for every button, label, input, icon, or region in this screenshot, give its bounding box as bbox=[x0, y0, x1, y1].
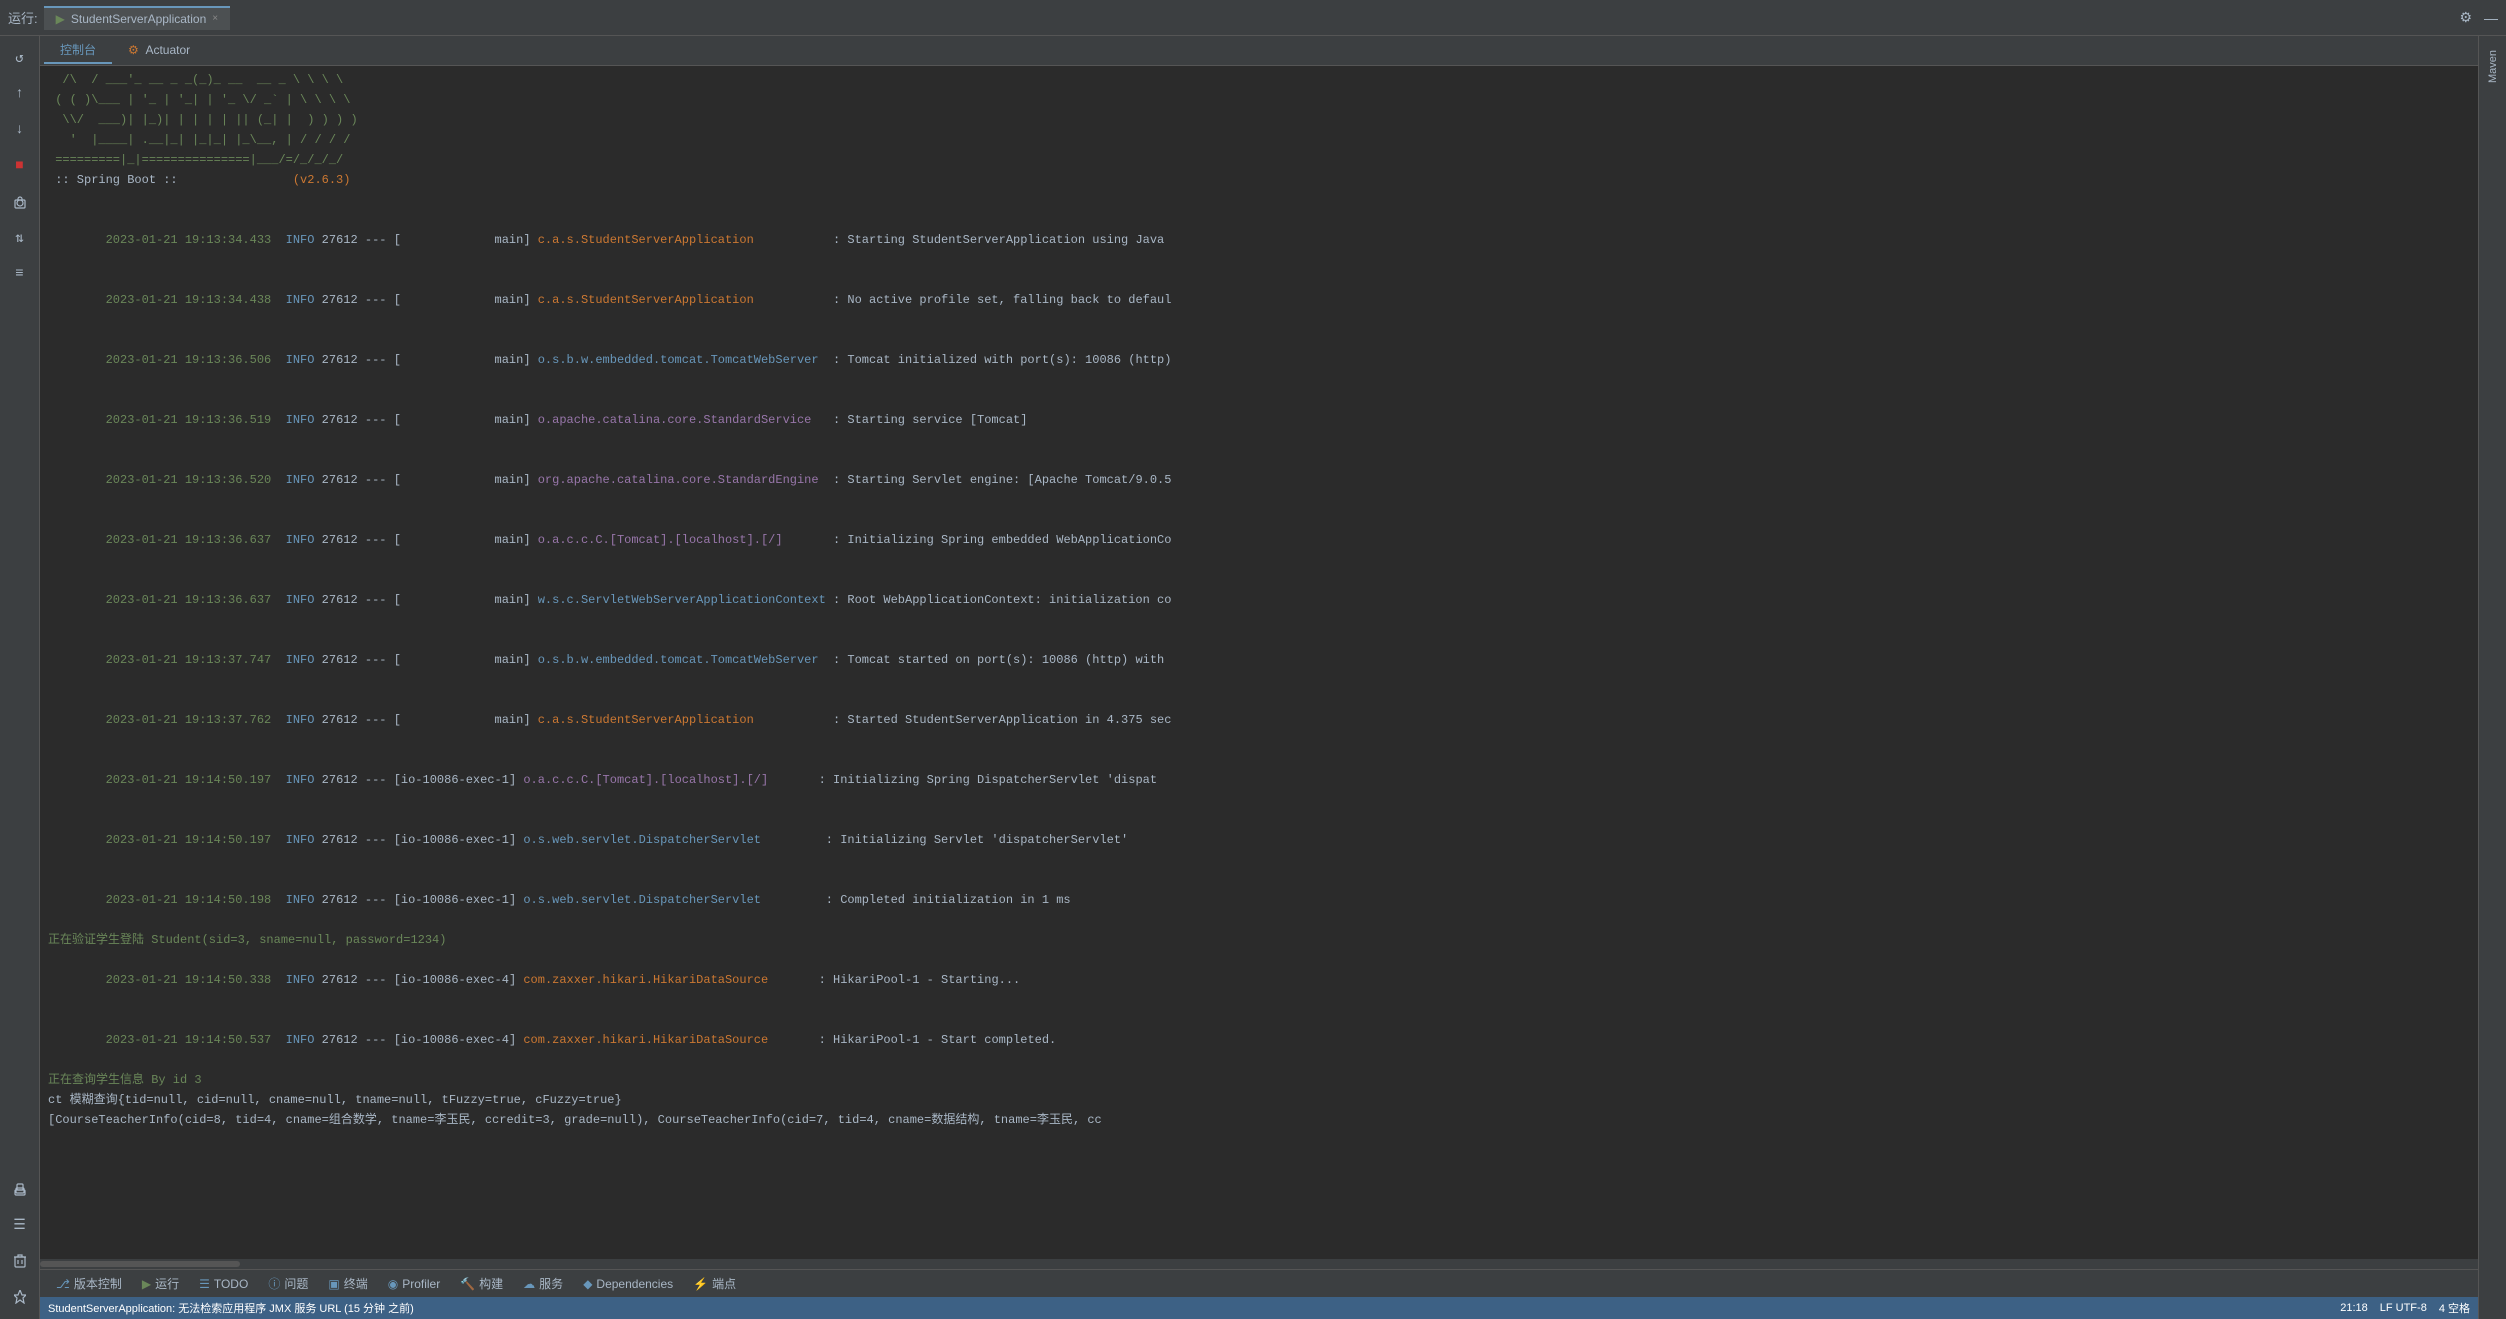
menu-button[interactable]: ☰ bbox=[4, 1209, 36, 1241]
tab-actuator[interactable]: ⚙ Actuator bbox=[112, 39, 206, 63]
top-bar-right: ⚙ — bbox=[2459, 9, 2498, 26]
log-line-12: 2023-01-21 19:14:50.198 INFO 27612 --- [… bbox=[48, 870, 2470, 930]
log-line-6: 2023-01-21 19:13:36.637 INFO 27612 --- [… bbox=[48, 510, 2470, 570]
build-icon: 🔨 bbox=[460, 1277, 475, 1291]
content-area: 控制台 ⚙ Actuator /\ / ___'_ __ _ _(_)_ __ … bbox=[40, 36, 2478, 1319]
log-line-10: 2023-01-21 19:14:50.197 INFO 27612 --- [… bbox=[48, 750, 2470, 810]
maven-label[interactable]: Maven bbox=[2487, 50, 2499, 83]
log-line-1: 2023-01-21 19:13:34.433 INFO 27612 --- [… bbox=[48, 210, 2470, 270]
plain-line-2: [CourseTeacherInfo(cid=8, tid=4, cname=组… bbox=[48, 1110, 2470, 1130]
problems-label: 问题 bbox=[284, 1275, 308, 1292]
todo-label: TODO bbox=[214, 1277, 248, 1291]
scroll-up-button[interactable]: ↑ bbox=[4, 78, 36, 110]
status-time: 21:18 bbox=[2340, 1302, 2368, 1314]
build-label: 构建 bbox=[479, 1275, 503, 1292]
dependencies-icon: ◆ bbox=[583, 1277, 592, 1291]
tab-label: StudentServerApplication bbox=[71, 12, 206, 26]
log-line-2: 2023-01-21 19:13:34.438 INFO 27612 --- [… bbox=[48, 270, 2470, 330]
ascii-line-3: \\/ ___)| |_)| | | | | || (_| | ) ) ) ) bbox=[48, 110, 2470, 130]
endpoints-button[interactable]: ⚡ 端点 bbox=[685, 1273, 744, 1294]
status-bar: StudentServerApplication: 无法检索应用程序 JMX 服… bbox=[40, 1297, 2478, 1319]
tab-console[interactable]: 控制台 bbox=[44, 37, 112, 64]
log-line-9: 2023-01-21 19:13:37.762 INFO 27612 --- [… bbox=[48, 690, 2470, 750]
problems-icon: ⓘ bbox=[268, 1275, 280, 1292]
top-bar: 运行: ▶ StudentServerApplication × ⚙ — bbox=[0, 0, 2506, 36]
filter-button[interactable]: ≡ bbox=[4, 258, 36, 290]
terminal-icon: ▣ bbox=[328, 1277, 339, 1291]
todo-button[interactable]: ☰ TODO bbox=[191, 1275, 256, 1293]
build-button[interactable]: 🔨 构建 bbox=[452, 1273, 511, 1294]
version-control-icon: ⎇ bbox=[56, 1277, 70, 1291]
minimize-icon[interactable]: — bbox=[2484, 10, 2498, 26]
terminal-button[interactable]: ▣ 终端 bbox=[320, 1273, 375, 1294]
log-line-4: 2023-01-21 19:13:36.519 INFO 27612 --- [… bbox=[48, 390, 2470, 450]
run-button[interactable]: ▶ 运行 bbox=[134, 1273, 187, 1294]
blank-line bbox=[48, 190, 2470, 210]
right-sidebar: Maven bbox=[2478, 36, 2506, 1319]
camera-button[interactable] bbox=[4, 186, 36, 218]
dependencies-label: Dependencies bbox=[596, 1277, 673, 1291]
left-sidebar: ↺ ↑ ↓ ■ ⇅ ≡ ☰ bbox=[0, 36, 40, 1319]
chinese-line-1: 正在验证学生登陆 Student(sid=3, sname=null, pass… bbox=[48, 930, 2470, 950]
actuator-icon: ⚙ bbox=[128, 43, 139, 57]
top-bar-left: 运行: ▶ StudentServerApplication × bbox=[8, 6, 230, 30]
ascii-line-4: ' |____| .__|_| |_|_| |_\__, | / / / / bbox=[48, 130, 2470, 150]
ascii-line-2: ( ( )\___ | '_ | '_| | '_ \/ _` | \ \ \ … bbox=[48, 90, 2470, 110]
run-label: 运行: bbox=[8, 8, 38, 27]
profiler-label: Profiler bbox=[402, 1277, 440, 1291]
tab-icon: ▶ bbox=[56, 12, 65, 26]
run-tabs: 控制台 ⚙ Actuator bbox=[40, 36, 2478, 66]
run-label: 运行 bbox=[155, 1275, 179, 1292]
restart-button[interactable]: ↺ bbox=[4, 42, 36, 74]
settings-icon[interactable]: ⚙ bbox=[2459, 9, 2472, 26]
trash-button[interactable] bbox=[4, 1245, 36, 1277]
tab-close-icon[interactable]: × bbox=[212, 13, 218, 24]
log-line-3: 2023-01-21 19:13:36.506 INFO 27612 --- [… bbox=[48, 330, 2470, 390]
bottom-toolbar: ⎇ 版本控制 ▶ 运行 ☰ TODO ⓘ 问题 ▣ 终端 ◉ Profiler bbox=[40, 1269, 2478, 1297]
services-label: 服务 bbox=[539, 1275, 563, 1292]
horizontal-scrollbar[interactable] bbox=[40, 1259, 2478, 1269]
terminal-label: 终端 bbox=[344, 1275, 368, 1292]
spring-boot-line: :: Spring Boot :: (v2.6.3) bbox=[48, 170, 2470, 190]
problems-button[interactable]: ⓘ 问题 bbox=[260, 1273, 316, 1294]
pin-button[interactable] bbox=[4, 1281, 36, 1313]
log-line-13: 2023-01-21 19:14:50.338 INFO 27612 --- [… bbox=[48, 950, 2470, 1010]
log-line-14: 2023-01-21 19:14:50.537 INFO 27612 --- [… bbox=[48, 1010, 2470, 1070]
log-line-5: 2023-01-21 19:13:36.520 INFO 27612 --- [… bbox=[48, 450, 2470, 510]
chinese-line-2: 正在查询学生信息 By id 3 bbox=[48, 1070, 2470, 1090]
h-scroll-thumb[interactable] bbox=[40, 1261, 240, 1267]
sort-button[interactable]: ⇅ bbox=[4, 222, 36, 254]
status-encoding: LF UTF-8 bbox=[2380, 1302, 2427, 1314]
log-line-8: 2023-01-21 19:13:37.747 INFO 27612 --- [… bbox=[48, 630, 2470, 690]
todo-icon: ☰ bbox=[199, 1277, 210, 1291]
services-button[interactable]: ☁ 服务 bbox=[515, 1273, 571, 1294]
plain-line-1: ct 模糊查询{tid=null, cid=null, cname=null, … bbox=[48, 1090, 2470, 1110]
scroll-down-button[interactable]: ↓ bbox=[4, 114, 36, 146]
stop-button[interactable]: ■ bbox=[4, 150, 36, 182]
active-tab[interactable]: ▶ StudentServerApplication × bbox=[44, 6, 231, 30]
profiler-button[interactable]: ◉ Profiler bbox=[380, 1275, 449, 1293]
endpoints-label: 端点 bbox=[712, 1275, 736, 1292]
ascii-line-1: /\ / ___'_ __ _ _(_)_ __ __ _ \ \ \ \ bbox=[48, 70, 2470, 90]
run-icon: ▶ bbox=[142, 1277, 151, 1291]
log-line-7: 2023-01-21 19:13:36.637 INFO 27612 --- [… bbox=[48, 570, 2470, 630]
version-control-button[interactable]: ⎇ 版本控制 bbox=[48, 1273, 130, 1294]
print-button[interactable] bbox=[4, 1173, 36, 1205]
status-indent: 4 空格 bbox=[2439, 1300, 2470, 1316]
main-layout: ↺ ↑ ↓ ■ ⇅ ≡ ☰ 控制台 ⚙ Actuator bbox=[0, 36, 2506, 1319]
console-output[interactable]: /\ / ___'_ __ _ _(_)_ __ __ _ \ \ \ \ ( … bbox=[40, 66, 2478, 1259]
version-control-label: 版本控制 bbox=[74, 1275, 122, 1292]
services-icon: ☁ bbox=[523, 1277, 535, 1291]
endpoints-icon: ⚡ bbox=[693, 1277, 708, 1291]
log-line-11: 2023-01-21 19:14:50.197 INFO 27612 --- [… bbox=[48, 810, 2470, 870]
dependencies-button[interactable]: ◆ Dependencies bbox=[575, 1275, 681, 1293]
status-text: StudentServerApplication: 无法检索应用程序 JMX 服… bbox=[48, 1300, 414, 1316]
profiler-icon: ◉ bbox=[388, 1277, 398, 1291]
ascii-line-5: =========|_|===============|___/=/_/_/_/ bbox=[48, 150, 2470, 170]
